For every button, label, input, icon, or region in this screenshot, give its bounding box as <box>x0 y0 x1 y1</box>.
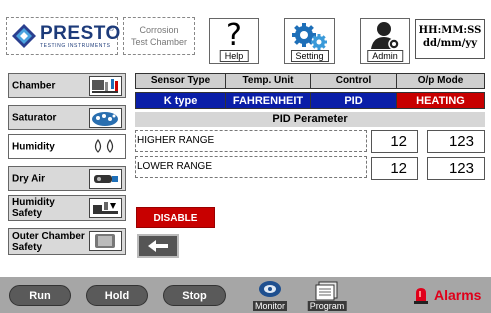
sidebar-item-saturator[interactable]: Saturator <box>8 105 126 130</box>
op-mode-value[interactable]: HEATING <box>396 92 485 109</box>
back-arrow-icon <box>148 240 168 252</box>
footer-bar: Run Hold Stop Monitor Program Alarms <box>0 277 491 313</box>
app-window: PRESTO TESTING INSTRUMENTS ® Corrosion T… <box>0 0 491 313</box>
presto-logo: PRESTO TESTING INSTRUMENTS ® <box>6 17 120 55</box>
lower-range-label: LOWER RANGE <box>135 156 367 178</box>
monitor-icon <box>259 281 281 297</box>
setting-button[interactable]: Setting <box>284 18 335 64</box>
run-button[interactable]: Run <box>9 285 71 306</box>
col-header-control: Control <box>310 73 397 89</box>
presto-logo-mark-icon <box>11 23 37 49</box>
time-display: HH:MM:SS <box>418 25 482 36</box>
setting-label: Setting <box>290 50 329 62</box>
humidity-icon <box>89 137 122 157</box>
chamber-title-line2: Test Chamber <box>130 37 188 47</box>
alarms-button[interactable]: Alarms <box>414 286 481 304</box>
sidebar-item-dry-air[interactable]: Dry Air <box>8 166 126 191</box>
help-label: Help <box>219 50 249 62</box>
col-header-sensor-type: Sensor Type <box>135 73 226 89</box>
monitor-label: Monitor <box>252 301 288 311</box>
disable-button[interactable]: DISABLE <box>136 207 215 228</box>
higher-range-value2-input[interactable]: 123 <box>427 130 485 153</box>
sidebar-item-humidity-safety[interactable]: Humidity Safety <box>8 195 126 221</box>
chamber-title-line1: Corrosion <box>139 25 179 35</box>
chamber-title: Corrosion Test Chamber <box>123 17 195 55</box>
col-header-op-mode: O/p Mode <box>396 73 485 89</box>
program-icon <box>315 281 338 301</box>
humidity-safety-icon <box>89 198 122 218</box>
registered-mark: ® <box>108 26 114 33</box>
sensor-type-value[interactable]: K type <box>135 92 226 109</box>
col-header-temp-unit: Temp. Unit <box>225 73 311 89</box>
admin-label: Admin <box>367 50 403 62</box>
help-button[interactable]: ? Help <box>209 18 259 64</box>
datetime-display: HH:MM:SS dd/mm/yy <box>415 19 485 59</box>
sidebar-item-label: Humidity Safety <box>12 197 55 219</box>
sidebar-item-label: Humidity <box>12 141 55 152</box>
pid-section-title: PID Perameter <box>135 112 485 127</box>
lower-range-value2-input[interactable]: 123 <box>427 157 485 180</box>
sidebar-item-chamber[interactable]: Chamber <box>8 73 126 98</box>
admin-user-icon <box>371 22 400 50</box>
alarm-siren-icon <box>414 286 428 304</box>
lower-range-value1-input[interactable]: 12 <box>371 157 418 180</box>
back-button[interactable] <box>137 234 179 258</box>
higher-range-value1-input[interactable]: 12 <box>371 130 418 153</box>
sidebar-item-outer-chamber-safety[interactable]: Outer Chamber Safety <box>8 228 126 255</box>
sidebar-item-humidity[interactable]: Humidity <box>8 134 126 159</box>
alarms-label: Alarms <box>434 287 482 303</box>
program-button[interactable]: Program <box>306 279 348 311</box>
logo-subtext: TESTING INSTRUMENTS <box>40 42 111 49</box>
sidebar-item-label: Dry Air <box>12 173 45 184</box>
gear-icon <box>291 23 327 50</box>
chamber-icon <box>89 76 122 96</box>
date-display: dd/mm/yy <box>422 38 478 49</box>
admin-button[interactable]: Admin <box>360 18 410 64</box>
sidebar-item-label: Chamber <box>12 80 56 91</box>
stop-button[interactable]: Stop <box>163 285 226 306</box>
monitor-button[interactable]: Monitor <box>249 279 291 311</box>
hold-button[interactable]: Hold <box>86 285 148 306</box>
sidebar-item-label: Outer Chamber Safety <box>12 230 85 253</box>
higher-range-label: HIGHER RANGE <box>135 130 367 152</box>
sidebar-item-label: Saturator <box>12 112 57 123</box>
question-mark-icon: ? <box>226 18 242 53</box>
program-label: Program <box>307 301 347 311</box>
outer-chamber-icon <box>89 231 122 251</box>
control-value[interactable]: PID <box>310 92 397 109</box>
temp-unit-value[interactable]: FAHRENHEIT <box>225 92 311 109</box>
saturator-icon <box>89 108 122 128</box>
dry-air-icon <box>89 169 122 189</box>
